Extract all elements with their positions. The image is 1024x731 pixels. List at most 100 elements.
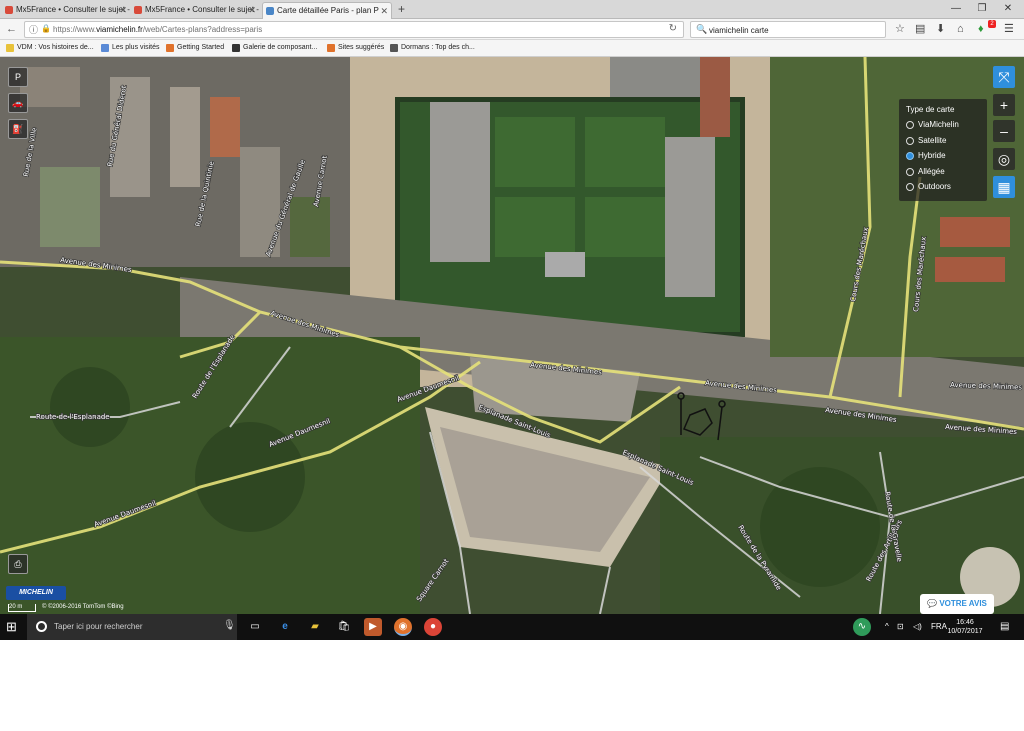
notification-center-icon[interactable]: ▤ — [1000, 622, 1009, 632]
feedback-label: VOTRE AVIS — [939, 599, 987, 608]
radio-icon[interactable] — [906, 183, 914, 191]
browser-tab-1[interactable]: Mx5France • Consulter le sujet - ✕ — [2, 2, 130, 19]
tab-title: Mx5France • Consulter le sujet - — [16, 5, 130, 14]
cortana-icon — [36, 621, 47, 632]
windows-start-icon[interactable]: ⊞ — [6, 619, 17, 635]
map-type-option-allegee[interactable]: Allégée — [906, 166, 980, 182]
download-icon[interactable]: ⬇ — [936, 22, 945, 36]
tray-volume-icon[interactable]: ◁) — [913, 622, 922, 632]
browser-tab-2[interactable]: Mx5France • Consulter le sujet - ✕ — [131, 2, 259, 19]
chrome-icon[interactable]: ● — [424, 618, 442, 636]
zoom-in-button[interactable]: + — [993, 94, 1015, 116]
bookmark-favicon-icon — [327, 44, 335, 52]
url-text: https://www.viamichelin.fr/web/Cartes-pl… — [53, 25, 263, 34]
browser-tab-3[interactable]: Carte détaillée Paris - plan P ✕ — [262, 2, 392, 19]
chat-icon: 💬 — [927, 599, 940, 608]
bookmarks-bar: VDM : Vos histoires de... Les plus visit… — [0, 40, 1024, 57]
parking-icon[interactable]: P — [8, 67, 28, 87]
bookmark-label: Dormans : Top des ch... — [401, 44, 475, 51]
bookmark-item[interactable]: Sites suggérés — [327, 42, 384, 54]
tray-up-arrow-icon[interactable]: ^ — [885, 622, 889, 632]
reading-list-icon[interactable]: ▤ — [915, 22, 925, 36]
close-window-icon[interactable]: ✕ — [998, 1, 1018, 17]
print-icon[interactable]: ⎙ — [8, 554, 28, 574]
store-icon[interactable]: 🛍 — [335, 618, 353, 636]
lock-icon: 🔒 — [41, 24, 51, 33]
clock-date: 10/07/2017 — [947, 628, 983, 635]
map-copyright: © ©2006-2016 TomTom ©Bing — [42, 604, 124, 610]
street-label: Route de l'Esplanade — [36, 413, 110, 421]
bookmark-favicon-icon — [6, 44, 14, 52]
map-scale: 20 m — [8, 604, 36, 612]
geolocate-icon[interactable]: ◎ — [993, 148, 1015, 170]
map-layers-icon[interactable]: ▦ — [993, 176, 1015, 198]
taskbar-search-placeholder: Taper ici pour rechercher — [54, 622, 143, 631]
browser-tab-bar: Mx5France • Consulter le sujet - ✕ Mx5Fr… — [0, 0, 1024, 19]
firefox-icon[interactable]: ◉ — [394, 618, 412, 636]
satellite-map-image: Avenue des Minimes Avenue des Minimes Av… — [0, 57, 1024, 614]
bookmark-favicon-icon — [390, 44, 398, 52]
tray-network-icon[interactable]: ⊡ — [897, 622, 904, 632]
task-view-icon[interactable]: ▭ — [246, 618, 264, 636]
bookmark-item[interactable]: Galerie de composant... — [232, 42, 317, 54]
favicon-icon — [5, 6, 13, 14]
file-explorer-icon[interactable]: ▰ — [306, 618, 324, 636]
option-label: Satellite — [918, 135, 947, 145]
reload-icon[interactable]: ↻ — [669, 23, 677, 34]
extension-icon[interactable]: ♦ — [978, 22, 984, 36]
tab-title: Carte détaillée Paris - plan P — [277, 6, 379, 15]
edge-icon[interactable]: e — [276, 618, 294, 636]
taskbar-clock[interactable]: 16:46 10/07/2017 — [945, 618, 985, 636]
bookmark-favicon-icon — [232, 44, 240, 52]
bookmark-item[interactable]: VDM : Vos histoires de... — [6, 42, 94, 54]
zoom-out-button[interactable]: – — [993, 120, 1015, 142]
close-tab-icon[interactable]: ✕ — [380, 3, 388, 19]
menu-icon[interactable]: ☰ — [1004, 22, 1014, 36]
info-icon[interactable]: ⓘ — [29, 23, 38, 37]
map-type-option-viamichelin[interactable]: ViaMichelin — [906, 119, 980, 135]
media-player-icon[interactable]: ▶ — [364, 618, 382, 636]
windows-taskbar: ⊞ Taper ici pour rechercher 🎙 ▭ e ▰ 🛍 ▶ … — [0, 614, 1024, 640]
bookmark-label: VDM : Vos histoires de... — [17, 44, 94, 51]
bookmark-favicon-icon — [166, 44, 174, 52]
bookmark-item[interactable]: Getting Started — [166, 42, 224, 54]
option-label: Allégée — [918, 166, 945, 176]
map-type-option-outdoors[interactable]: Outdoors — [906, 181, 980, 197]
bookmark-label: Getting Started — [177, 44, 225, 51]
radio-icon[interactable] — [906, 167, 914, 176]
favicon-icon — [134, 6, 142, 14]
address-bar[interactable]: ⓘ 🔒 https://www.viamichelin.fr/web/Carte… — [24, 21, 684, 38]
search-input[interactable] — [709, 24, 879, 36]
fuel-station-icon[interactable]: ⛽ — [8, 119, 28, 139]
activity-monitor-icon[interactable]: ∿ — [853, 618, 871, 636]
home-icon[interactable]: ⌂ — [957, 22, 964, 36]
tab-title: Mx5France • Consulter le sujet - — [145, 5, 259, 14]
new-tab-button[interactable]: + — [398, 2, 405, 17]
map-type-panel: Type de carte ViaMichelin Satellite Hybr… — [899, 99, 987, 201]
map-type-option-satellite[interactable]: Satellite — [906, 135, 980, 151]
radio-icon[interactable] — [906, 136, 914, 145]
map-type-option-hybride[interactable]: Hybride — [906, 150, 980, 166]
search-box[interactable]: 🔍 — [690, 21, 886, 38]
minimize-icon[interactable]: — — [946, 1, 966, 17]
feedback-button[interactable]: 💬 VOTRE AVIS — [920, 594, 994, 614]
bookmark-item[interactable]: Dormans : Top des ch... — [390, 42, 475, 54]
traffic-icon[interactable]: 🚗 — [8, 93, 28, 113]
microphone-icon[interactable]: 🎙 — [223, 620, 236, 631]
bookmark-label: Sites suggérés — [338, 44, 385, 51]
back-icon[interactable]: ← — [6, 22, 17, 36]
close-tab-icon[interactable]: ✕ — [248, 2, 256, 18]
clock-time: 16:46 — [956, 619, 974, 626]
bookmark-item[interactable]: Les plus visités — [101, 42, 159, 54]
radio-icon[interactable] — [906, 121, 914, 129]
close-tab-icon[interactable]: ✕ — [119, 2, 127, 18]
bookmark-label: Galerie de composant... — [243, 44, 318, 51]
fullscreen-icon[interactable]: ⤧ — [993, 66, 1015, 88]
map-view[interactable]: Avenue des Minimes Avenue des Minimes Av… — [0, 57, 1024, 614]
option-label: Outdoors — [918, 182, 951, 191]
option-label: ViaMichelin — [918, 120, 959, 129]
radio-selected-icon[interactable] — [906, 152, 914, 160]
maximize-icon[interactable]: ❐ — [972, 1, 992, 17]
bookmark-star-icon[interactable]: ☆ — [895, 22, 905, 36]
taskbar-search[interactable]: Taper ici pour rechercher 🎙 — [27, 614, 237, 640]
